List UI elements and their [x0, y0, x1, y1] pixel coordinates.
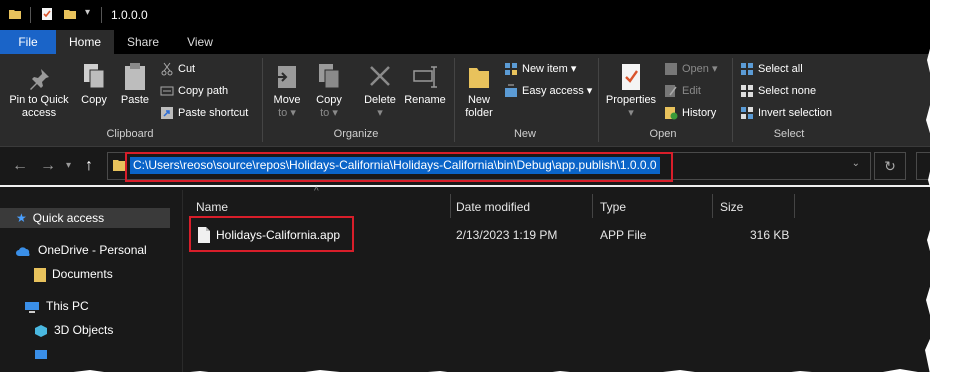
- torn-edge-frame: [0, 0, 954, 390]
